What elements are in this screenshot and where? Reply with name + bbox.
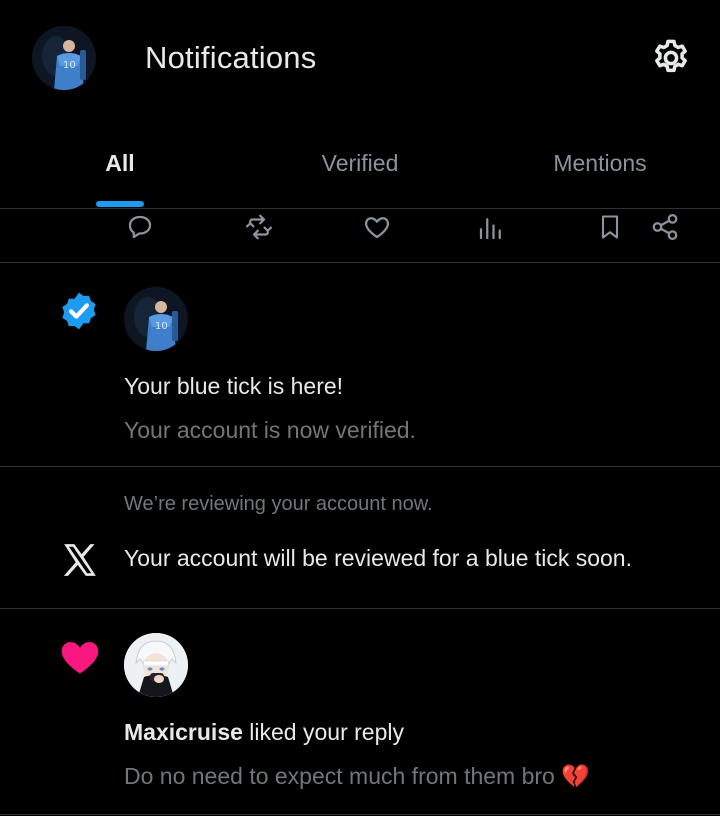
- profile-avatar[interactable]: 10: [32, 26, 96, 90]
- tab-all[interactable]: All: [0, 150, 240, 177]
- notification-body: Your account is now verified.: [124, 417, 416, 443]
- anime-avatar-icon: [124, 633, 188, 697]
- notification-like[interactable]: Maxicruise liked your reply Do no need t…: [0, 609, 720, 816]
- notification-review[interactable]: We’re reviewing your account now. Your a…: [0, 467, 720, 608]
- broken-heart-emoji: 💔: [561, 763, 590, 789]
- player-avatar-icon: 10: [124, 287, 188, 351]
- views-icon[interactable]: [476, 213, 506, 243]
- notification-action-text: liked your reply: [249, 719, 404, 745]
- reply-icon[interactable]: [125, 212, 155, 242]
- repost-icon[interactable]: [243, 212, 275, 242]
- svg-text:10: 10: [155, 321, 168, 332]
- bookmark-icon[interactable]: [596, 212, 624, 242]
- avatar[interactable]: 10: [124, 287, 188, 351]
- heart-icon: [61, 641, 99, 674]
- username-link[interactable]: Maxicruise: [124, 719, 243, 745]
- notification-verified[interactable]: 10 Your blue tick is here! Your account …: [0, 263, 720, 466]
- player-avatar-icon: 10: [32, 26, 96, 90]
- settings-button[interactable]: [650, 37, 692, 79]
- verified-badge-icon: [62, 292, 96, 330]
- tweet-action-bar: [0, 209, 720, 249]
- notification-title: Your account will be reviewed for a blue…: [124, 545, 632, 571]
- notification-pretext: We’re reviewing your account now.: [124, 493, 433, 515]
- notification-divider: [0, 814, 720, 815]
- page-title: Notifications: [145, 40, 317, 75]
- user-avatar[interactable]: [124, 633, 188, 697]
- svg-text:10: 10: [63, 60, 76, 71]
- notification-body: Do no need to expect much from them bro …: [124, 763, 590, 790]
- notification-title: Maxicruise liked your reply: [124, 719, 404, 746]
- active-tab-indicator: [96, 201, 144, 207]
- tab-mentions[interactable]: Mentions: [480, 150, 720, 177]
- share-icon[interactable]: [650, 212, 680, 242]
- reply-text: Do no need to expect much from them bro: [124, 763, 555, 789]
- notification-title: Your blue tick is here!: [124, 373, 344, 399]
- like-icon[interactable]: [362, 212, 392, 242]
- gear-icon: [655, 39, 687, 73]
- x-logo-icon: [63, 544, 96, 576]
- tab-verified[interactable]: Verified: [240, 150, 480, 177]
